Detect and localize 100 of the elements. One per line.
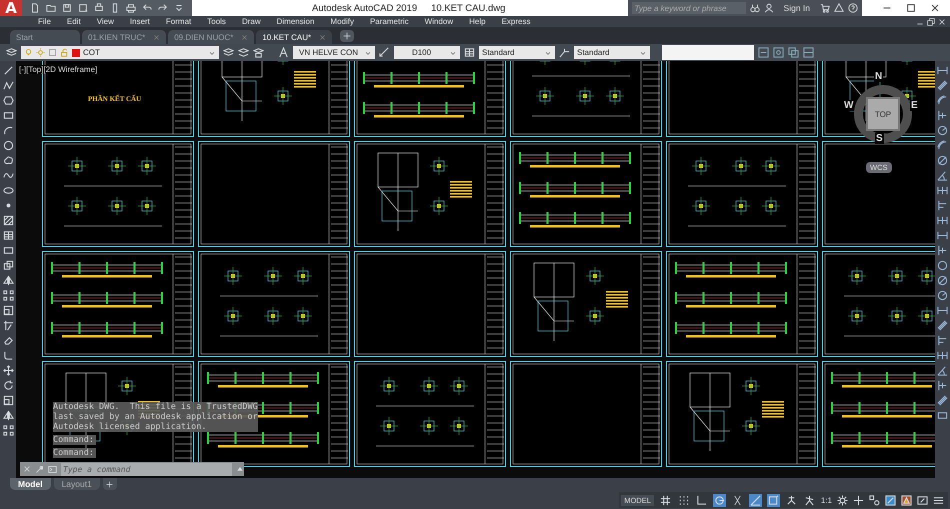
dropdown-menu-icon[interactable] (174, 3, 184, 13)
rotate-icon[interactable] (2, 380, 14, 391)
command-input[interactable]: Type a command (61, 462, 232, 476)
search-field[interactable]: Type a keyword or phrase (632, 2, 746, 14)
layer-previous-icon[interactable] (238, 47, 249, 58)
arc-icon[interactable] (2, 125, 14, 136)
linear-dimension-icon[interactable] (937, 65, 948, 76)
menu-item[interactable]: Tools (199, 16, 234, 27)
layer-isolate-icon[interactable] (773, 47, 784, 58)
line-icon[interactable] (2, 65, 14, 76)
layer-dropdown[interactable]: COT (21, 46, 219, 59)
file-tab[interactable]: 10.KET CAU* (256, 30, 332, 44)
binoculars-icon[interactable] (750, 3, 760, 13)
annotation-visibility-icon[interactable] (786, 494, 797, 506)
angular-dimension-icon[interactable] (937, 170, 948, 181)
ordinate-dimension-icon[interactable] (937, 245, 948, 256)
ordinate-dimension-icon[interactable] (937, 110, 948, 121)
rectangle-icon[interactable] (2, 245, 14, 256)
layer-walk-icon[interactable] (758, 47, 769, 58)
menu-item[interactable]: View (88, 16, 122, 27)
new-layout-button[interactable] (102, 478, 117, 490)
menu-item[interactable]: Format (158, 16, 200, 27)
cart-icon[interactable] (820, 3, 830, 13)
layer-match-icon[interactable] (223, 47, 234, 58)
erase-icon[interactable] (2, 335, 14, 346)
sign-in-button[interactable]: Sign In (778, 3, 816, 13)
radius-dimension-icon[interactable] (937, 290, 948, 301)
circle-icon[interactable] (937, 260, 948, 271)
trim-icon[interactable] (2, 320, 14, 331)
menu-item[interactable]: Help (461, 16, 494, 27)
undo-arrow-icon[interactable] (142, 3, 152, 13)
layout-tab[interactable]: Model (10, 478, 51, 490)
text-style-icon[interactable] (278, 47, 289, 58)
continue-dimension-icon[interactable] (937, 350, 948, 361)
continue-dimension-icon[interactable] (937, 215, 948, 226)
input-field[interactable] (662, 45, 754, 60)
snap-grid-icon[interactable] (678, 494, 689, 506)
new-tab-button[interactable] (340, 30, 354, 42)
restore-icon[interactable] (927, 18, 935, 26)
layer-properties-icon[interactable] (6, 47, 17, 58)
ortho-icon[interactable] (696, 494, 707, 506)
menu-item[interactable]: Dimension (268, 16, 322, 27)
linear-dimension-icon[interactable] (937, 230, 948, 241)
menu-item[interactable]: Window (416, 16, 462, 27)
viewcube-face[interactable]: TOP (866, 97, 900, 131)
graphics-performance-icon[interactable] (901, 494, 912, 506)
menu-item[interactable]: Modify (322, 16, 362, 27)
move-icon[interactable] (2, 365, 14, 376)
multileader-style-dropdown[interactable]: Standard (574, 46, 650, 59)
polygon-icon[interactable] (2, 95, 14, 106)
annotation-scale-icon[interactable] (804, 494, 815, 506)
layout-tab[interactable]: Layout1 (54, 478, 100, 490)
help-icon[interactable] (848, 3, 858, 13)
scale-icon[interactable] (2, 395, 14, 406)
baseline-dimension-icon[interactable] (937, 200, 948, 211)
object-snap-tracking-icon[interactable] (750, 494, 761, 506)
linear-dimension-icon[interactable] (937, 305, 948, 316)
aligned-dimension-icon[interactable] (937, 320, 948, 331)
menu-item[interactable]: Parametric (362, 16, 417, 27)
text-style-dropdown[interactable]: VN HELVE CON (293, 46, 375, 59)
hardware-acceleration-icon[interactable] (885, 494, 896, 506)
menu-item[interactable]: Draw (234, 16, 269, 27)
arc-dimension-icon[interactable] (937, 95, 948, 106)
circle-icon[interactable] (2, 140, 14, 151)
polyline-icon[interactable] (2, 80, 14, 91)
ordinate-dimension-icon[interactable] (937, 380, 948, 391)
isodraft-icon[interactable] (732, 494, 743, 506)
user-icon[interactable] (764, 3, 774, 13)
viewport-controls[interactable]: [-][Top][2D Wireframe] (19, 65, 98, 74)
baseline-dimension-icon[interactable] (937, 335, 948, 346)
plus-icon[interactable] (853, 494, 864, 506)
multileader-style-icon[interactable] (559, 47, 570, 58)
arc-dimension-icon[interactable] (937, 140, 948, 151)
fillet-icon[interactable] (2, 350, 14, 361)
plus-icon[interactable] (106, 480, 114, 488)
menu-item[interactable]: File (30, 16, 59, 27)
menu-icon[interactable] (933, 494, 944, 506)
array-icon[interactable] (2, 290, 14, 301)
annotation-scale-button[interactable]: 1:1 (820, 496, 832, 504)
spline-icon[interactable] (2, 170, 14, 181)
object-snap-icon[interactable] (768, 494, 779, 506)
rectangle-icon[interactable] (2, 110, 14, 121)
mirror-icon[interactable] (2, 275, 14, 286)
aligned-dimension-icon[interactable] (937, 80, 948, 91)
diameter-dimension-icon[interactable] (937, 275, 948, 286)
hatch-icon[interactable] (2, 215, 14, 226)
new-file-icon[interactable] (30, 3, 40, 13)
diameter-dimension-icon[interactable] (937, 155, 948, 166)
table-style-dropdown[interactable]: Standard (479, 46, 555, 59)
quick-dimension-icon[interactable] (937, 185, 948, 196)
copy-icon[interactable] (2, 260, 14, 271)
gear-icon[interactable] (837, 494, 848, 506)
polar-tracking-icon[interactable] (714, 494, 725, 506)
table-style-icon[interactable] (464, 47, 475, 58)
mirror-icon[interactable] (2, 410, 14, 421)
app-logo[interactable]: A (0, 0, 22, 16)
radius-dimension-icon[interactable] (937, 125, 948, 136)
isolate-objects-icon[interactable] (869, 494, 880, 506)
dimension-style-dropdown[interactable]: D100 (394, 46, 460, 59)
menu-item[interactable]: Insert (122, 16, 158, 27)
